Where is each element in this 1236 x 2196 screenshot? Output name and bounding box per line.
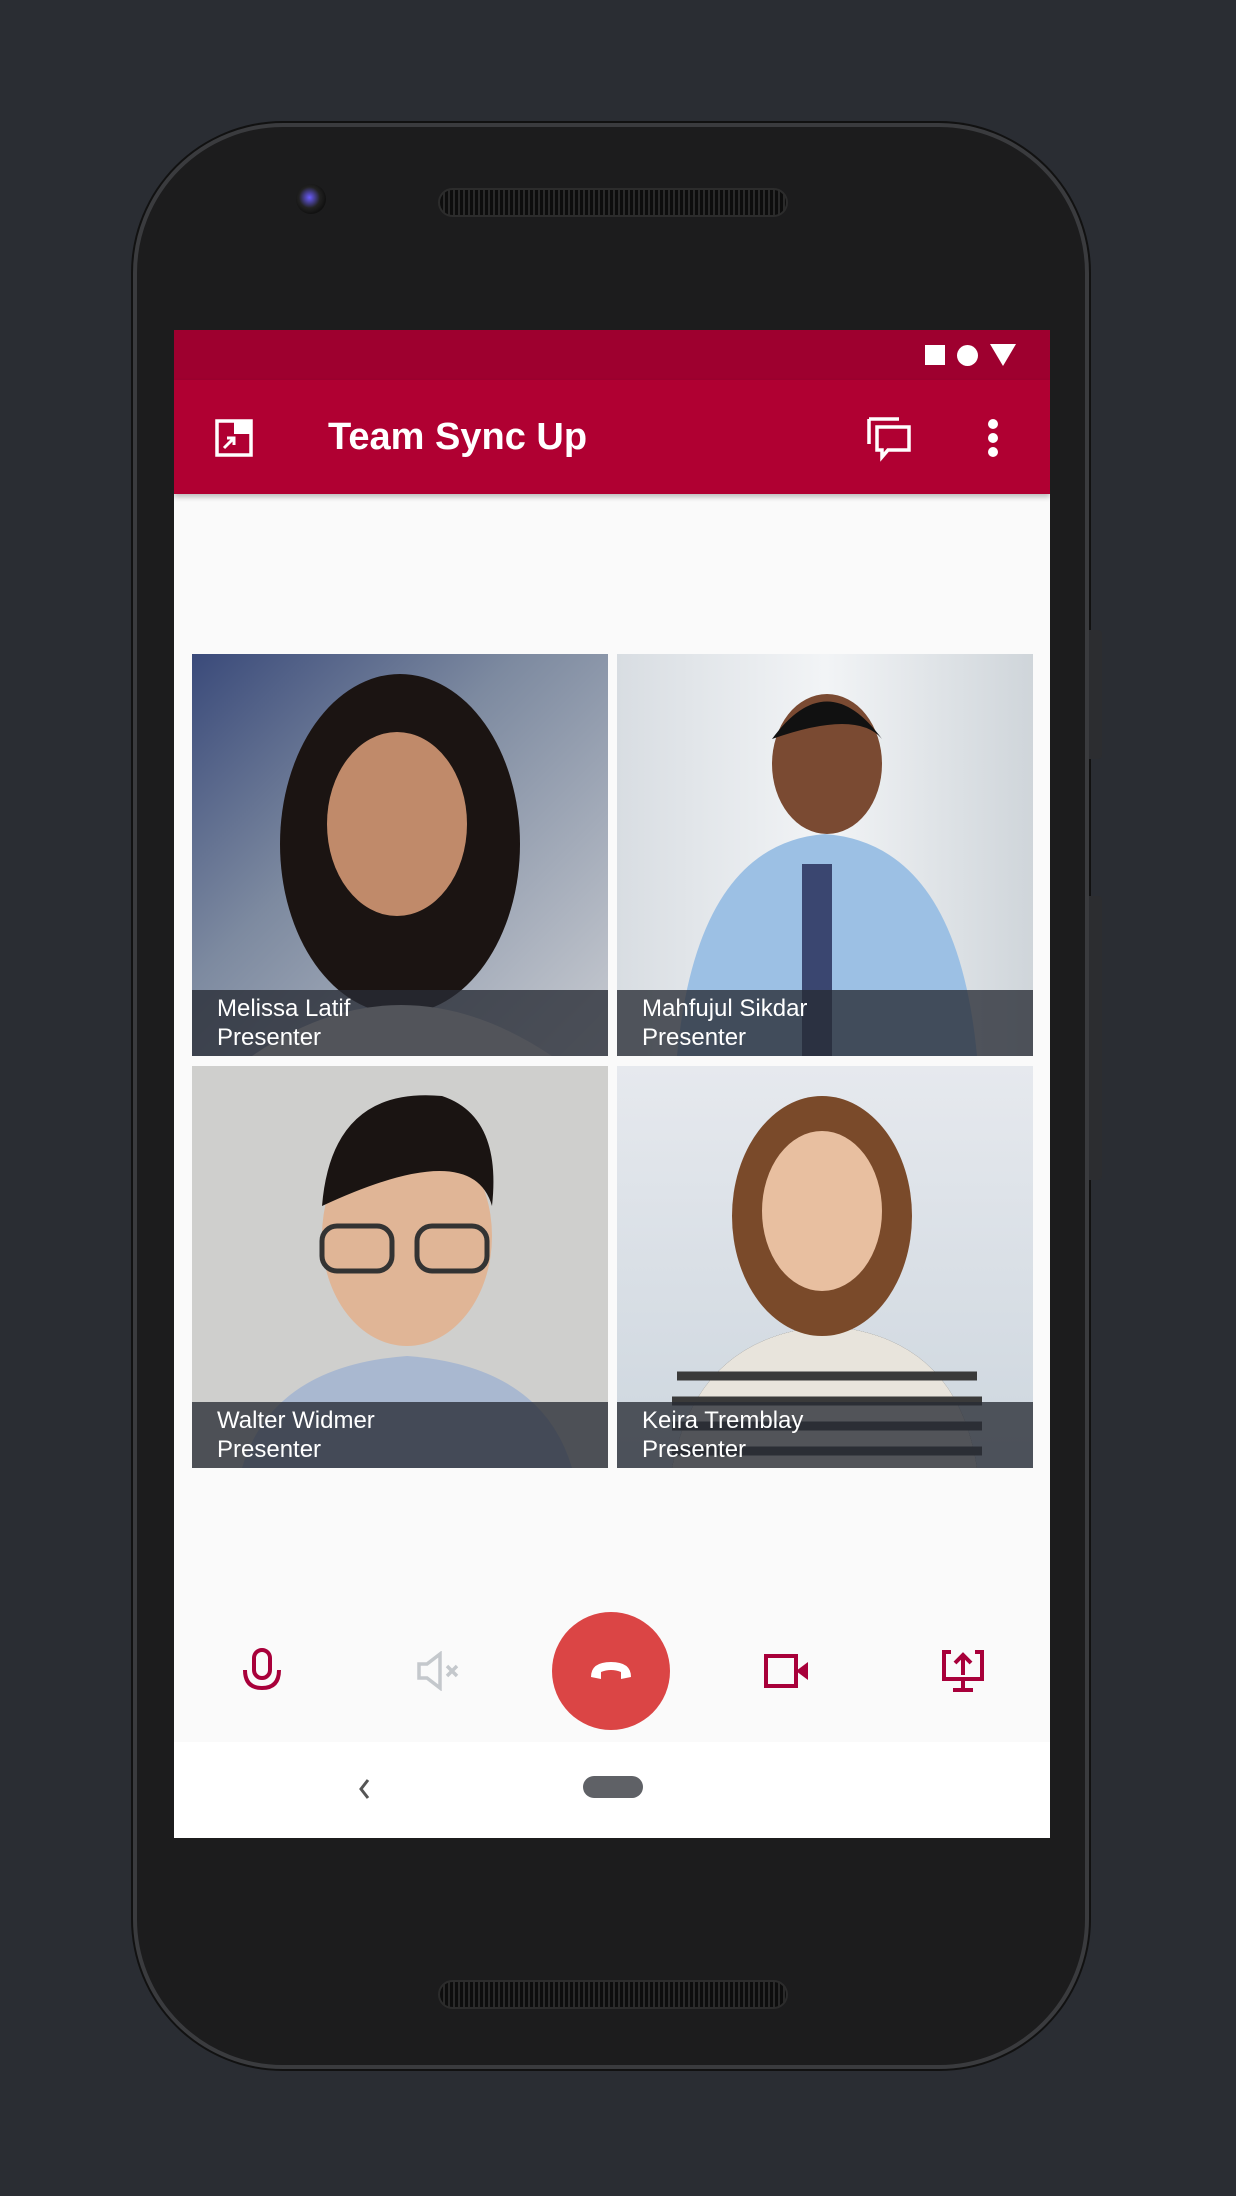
back-icon[interactable] — [357, 1778, 371, 1800]
participant-tile[interactable]: Walter Widmer Presenter — [192, 1066, 608, 1468]
participant-tile[interactable]: Melissa Latif Presenter — [192, 654, 608, 1056]
participant-role: Presenter — [217, 1436, 322, 1463]
video-camera-icon[interactable] — [764, 1654, 810, 1688]
participant-role: Presenter — [642, 1436, 747, 1463]
page-title: Team Sync Up — [328, 415, 588, 458]
screen-share-icon[interactable] — [941, 1649, 985, 1693]
participant-name: Mahfujul Sikdar — [642, 995, 808, 1022]
participant-name: Melissa Latif — [217, 995, 351, 1022]
bottom-speaker — [438, 1980, 788, 2009]
microphone-icon[interactable] — [242, 1648, 282, 1694]
status-bar — [174, 330, 1050, 380]
hang-up-button[interactable] — [552, 1612, 670, 1730]
participant-role: Presenter — [217, 1024, 322, 1051]
speaker-muted-icon[interactable] — [416, 1651, 462, 1691]
participant-name: Walter Widmer — [217, 1407, 375, 1434]
more-vert-icon[interactable] — [986, 418, 1000, 458]
front-camera — [296, 184, 326, 214]
participant-role: Presenter — [642, 1024, 747, 1051]
chat-icon[interactable] — [866, 416, 912, 462]
screen: Team Sync Up Melissa Latif Presenter Mahf… — [174, 330, 1050, 1838]
circle-icon — [957, 344, 978, 366]
app-bar: Team Sync Up — [174, 380, 1050, 494]
home-pill[interactable] — [583, 1776, 643, 1798]
triangle-icon — [990, 344, 1016, 366]
square-icon — [925, 345, 945, 365]
navigation-bar — [174, 1742, 1050, 1838]
hang-up-icon — [591, 1662, 631, 1679]
participant-name: Keira Tremblay — [642, 1407, 804, 1434]
picture-in-picture-icon[interactable] — [214, 418, 254, 458]
video-grid: Melissa Latif Presenter Mahfujul Sikdar Pr… — [192, 654, 1033, 1468]
participant-tile[interactable]: Mahfujul Sikdar Presenter — [617, 654, 1033, 1056]
volume-button — [1089, 896, 1102, 1180]
call-controls — [174, 1600, 1050, 1742]
participant-tile[interactable]: Keira Tremblay Presenter — [617, 1066, 1033, 1468]
top-speaker — [438, 188, 788, 217]
power-button — [1089, 630, 1102, 759]
